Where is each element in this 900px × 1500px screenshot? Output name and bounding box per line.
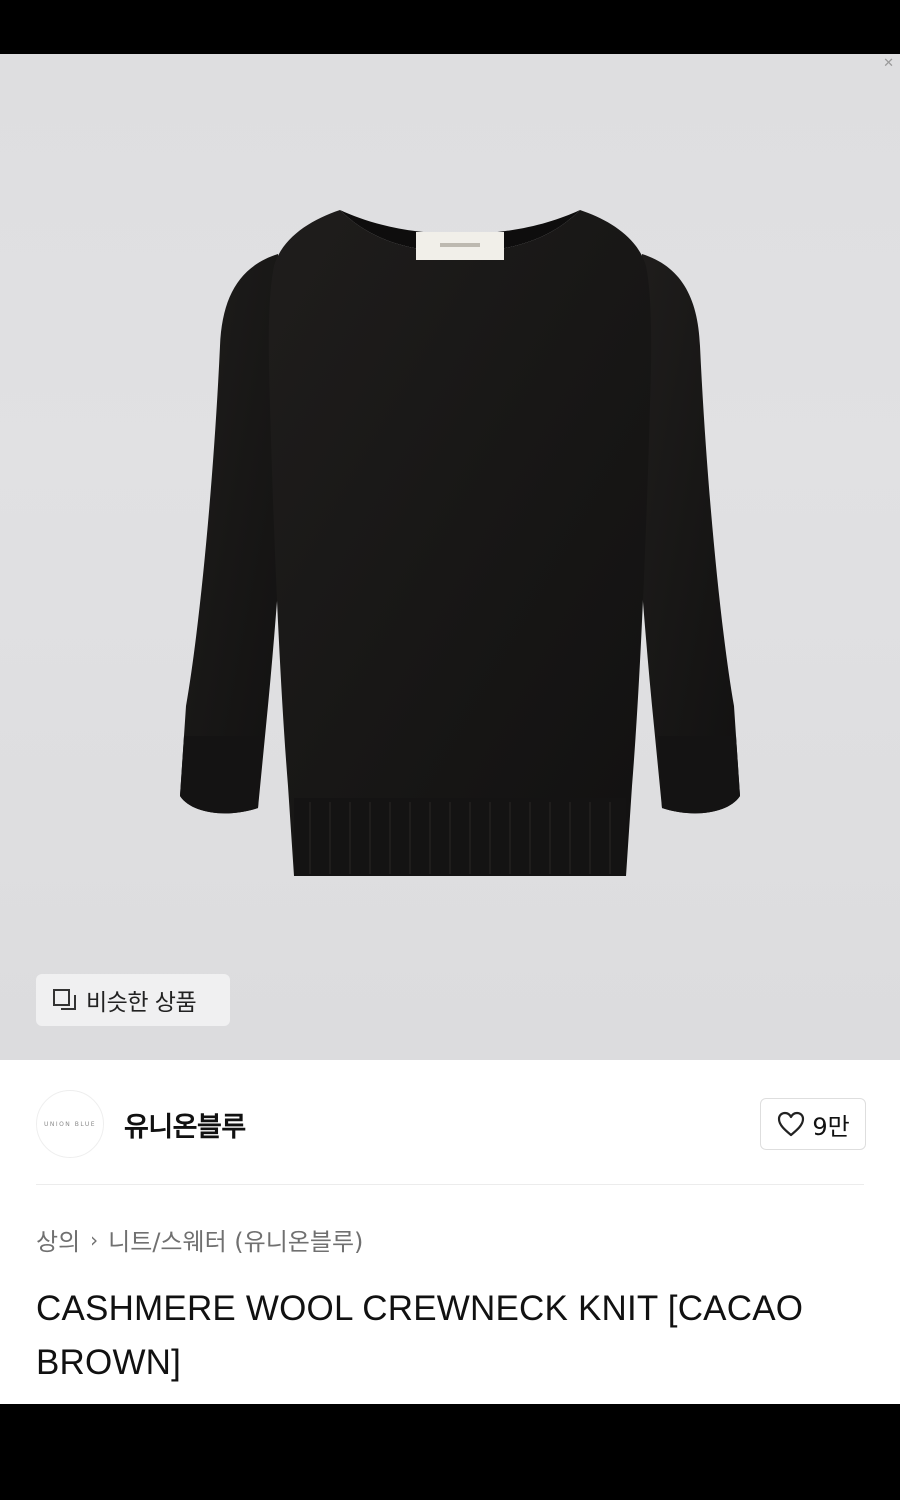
like-count: 9만 — [812, 1112, 850, 1141]
breadcrumb: 상의 › 니트/스웨터 (유니온블루) — [36, 1222, 363, 1257]
brand-name[interactable]: 유니온블루 — [124, 1105, 246, 1144]
like-button[interactable]: 9만 — [760, 1098, 866, 1150]
product-title: CASHMERE WOOL CREWNECK KNIT [CACAO BROWN… — [36, 1289, 804, 1382]
similar-items-icon — [53, 989, 76, 1010]
close-icon[interactable]: ✕ — [883, 56, 894, 71]
breadcrumb-category[interactable]: 상의 — [36, 1222, 80, 1257]
sweater-image — [180, 210, 740, 876]
heart-icon — [778, 1111, 805, 1137]
status-bar — [0, 0, 900, 54]
chevron-right-icon: › — [90, 1227, 99, 1252]
product-info: UNION BLUE 유니온블루 9만 상의 › 니트/스웨터 (유니온블루) … — [0, 1060, 900, 1404]
navigation-bar — [0, 1404, 900, 1500]
similar-products-button[interactable]: 비슷한 상품 — [36, 974, 230, 1026]
brand-row: UNION BLUE 유니온블루 9만 — [36, 1088, 866, 1160]
brand-logo[interactable]: UNION BLUE — [36, 1090, 104, 1158]
brand-logo-text: UNION BLUE — [43, 1120, 97, 1128]
product-image[interactable]: ✕ 비슷한 상품 — [0, 54, 900, 1060]
breadcrumb-subcategory[interactable]: 니트/스웨터 (유니온블루) — [108, 1222, 363, 1257]
similar-products-label: 비슷한 상품 — [86, 990, 197, 1016]
divider — [36, 1184, 864, 1185]
